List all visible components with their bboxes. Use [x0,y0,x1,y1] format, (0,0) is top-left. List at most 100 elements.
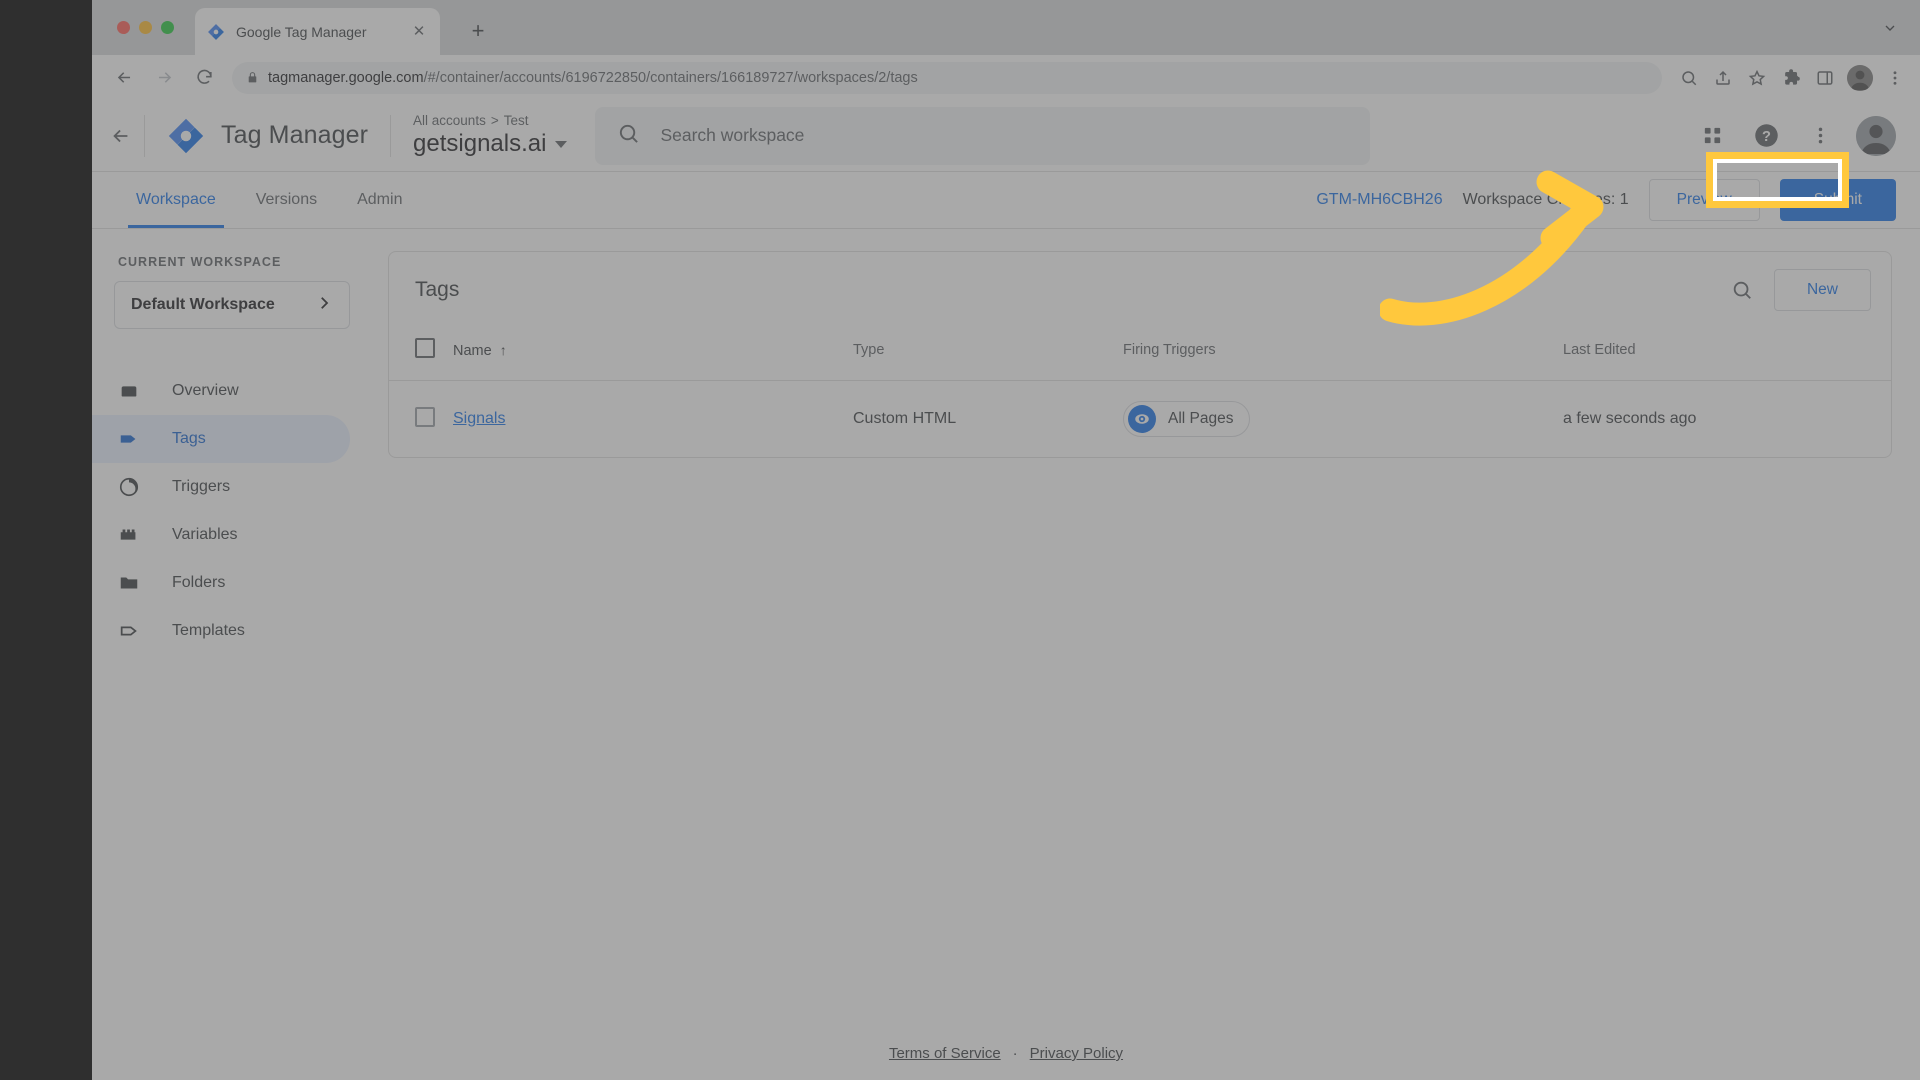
account-selector[interactable]: All accounts > Test getsignals.ai [391,113,568,158]
search-icon[interactable] [1672,61,1706,95]
breadcrumb-root[interactable]: All accounts [413,113,486,128]
side-panel-icon[interactable] [1808,61,1842,95]
close-window-button[interactable] [117,21,130,34]
account-name-label: getsignals.ai [413,130,547,157]
app-footer: Terms of Service · Privacy Policy [92,1045,1920,1062]
column-header-name-label: Name [453,342,492,359]
chevron-down-icon[interactable] [1882,20,1898,36]
tags-card-actions: New [1720,268,1871,312]
account-name[interactable]: getsignals.ai [413,130,568,158]
table-row[interactable]: Signals Custom HTML All Pages a few seco… [389,381,1891,458]
sidebar: CURRENT WORKSPACE Default Workspace Over… [92,229,372,1080]
close-icon[interactable]: ✕ [410,23,428,41]
row-last-edited-cell: a few seconds ago [1563,410,1697,427]
lock-icon [246,71,258,85]
search-input[interactable] [660,125,1349,146]
sidebar-nav: Overview Tags Triggers Variables Folders… [92,367,372,655]
column-header-type[interactable]: Type [853,328,1123,381]
user-avatar[interactable] [1856,115,1896,156]
tag-name-link[interactable]: Signals [453,410,505,427]
row-select-cell [389,381,453,458]
tag-manager-app: Tag Manager All accounts > Test getsignals… [92,100,1920,1080]
trigger-chip[interactable]: All Pages [1123,401,1251,437]
workspace-search[interactable] [595,106,1371,165]
row-name-cell: Signals [453,381,853,458]
chevron-right-icon[interactable] [315,294,333,317]
trigger-name: All Pages [1168,410,1234,427]
tab-workspace[interactable]: Workspace [116,172,236,228]
puzzle-icon[interactable] [1774,61,1808,95]
app-back-arrow-icon[interactable] [106,125,136,147]
forward-arrow-icon[interactable] [150,64,178,92]
star-icon[interactable] [1740,61,1774,95]
container-id-link[interactable]: GTM-MH6CBH26 [1316,191,1442,209]
back-arrow-icon[interactable] [110,64,138,92]
sidebar-item-variables[interactable]: Variables [92,511,350,559]
trigger-icon [118,476,144,498]
row-trigger-cell: All Pages [1123,381,1563,458]
svg-text:?: ? [1762,129,1771,145]
share-icon[interactable] [1706,61,1740,95]
maximize-window-button[interactable] [161,21,174,34]
column-header-name[interactable]: Name ↑ [453,328,853,381]
row-type-cell: Custom HTML [853,410,957,427]
chevron-down-icon[interactable] [555,140,568,148]
tag-manager-favicon [207,23,225,41]
reload-icon[interactable] [190,64,218,92]
app-brand[interactable]: Tag Manager [145,117,390,155]
tab-admin[interactable]: Admin [337,172,422,228]
window-controls[interactable] [117,21,174,34]
table-header-row: Name ↑ Type Firing Triggers Last Edited [389,328,1891,381]
address-bar[interactable]: tagmanager.google.com/#/container/accoun… [232,61,1662,94]
app-tabs: Workspace Versions Admin [92,172,422,228]
current-workspace-name: Default Workspace [131,296,275,313]
sidebar-item-label: Triggers [172,478,231,495]
sidebar-item-label: Overview [172,382,239,399]
breadcrumb-child[interactable]: Test [504,113,529,128]
tag-icon [118,428,144,450]
main-content: Tags New Name ↑ Type Firing Triggers Las… [372,229,1920,1080]
tags-table: Name ↑ Type Firing Triggers Last Edited [389,328,1891,457]
sort-ascending-icon: ↑ [499,341,507,358]
terms-of-service-link[interactable]: Terms of Service [889,1045,1001,1062]
breadcrumb-separator: > [490,113,499,128]
new-tab-button[interactable]: + [464,17,492,45]
current-workspace-card[interactable]: Default Workspace [114,281,350,329]
browser-tab-title: Google Tag Manager [236,23,367,40]
sidebar-item-triggers[interactable]: Triggers [92,463,350,511]
new-tag-button[interactable]: New [1773,269,1871,311]
column-header-firing-triggers[interactable]: Firing Triggers [1123,328,1563,381]
app-brand-name: Tag Manager [221,121,369,149]
sidebar-item-label: Folders [172,574,226,591]
minimize-window-button[interactable] [139,21,152,34]
sidebar-item-folders[interactable]: Folders [92,559,350,607]
profile-avatar[interactable] [1847,64,1873,91]
privacy-policy-link[interactable]: Privacy Policy [1030,1045,1123,1062]
tab-versions[interactable]: Versions [236,172,337,228]
app-body: CURRENT WORKSPACE Default Workspace Over… [92,229,1920,1080]
workspace-changes-link[interactable]: Workspace Changes: 1 [1463,191,1629,209]
three-dot-menu-icon[interactable] [1878,61,1912,95]
browser-tab-strip: Google Tag Manager ✕ + [92,0,1920,55]
row-checkbox[interactable] [415,406,435,427]
sidebar-item-label: Variables [172,526,238,543]
breadcrumb: All accounts > Test [413,113,567,128]
app-nav-bar: Workspace Versions Admin GTM-MH6CBH26 Wo… [92,172,1920,229]
browser-tab[interactable]: Google Tag Manager ✕ [195,8,440,55]
screen: Google Tag Manager ✕ + tagmanager.google… [0,0,1920,1080]
folder-icon [118,572,144,594]
sidebar-item-tags[interactable]: Tags [92,415,350,463]
browser-toolbar: tagmanager.google.com/#/container/accoun… [92,55,1920,100]
template-icon [118,620,144,642]
overview-icon [118,380,144,402]
tags-table-head: Name ↑ Type Firing Triggers Last Edited [389,328,1891,381]
browser-toolbar-icons [1672,61,1920,95]
address-bar-url: tagmanager.google.com/#/container/accoun… [268,70,918,86]
sidebar-item-templates[interactable]: Templates [92,607,350,655]
sidebar-item-overview[interactable]: Overview [92,367,350,415]
search-icon[interactable] [1720,268,1764,312]
select-all-checkbox[interactable] [415,338,435,358]
column-header-last-edited[interactable]: Last Edited [1563,328,1891,381]
tags-card: Tags New Name ↑ Type Firing Triggers Las… [388,251,1892,458]
url-path: /#/container/accounts/6196722850/contain… [423,69,918,86]
